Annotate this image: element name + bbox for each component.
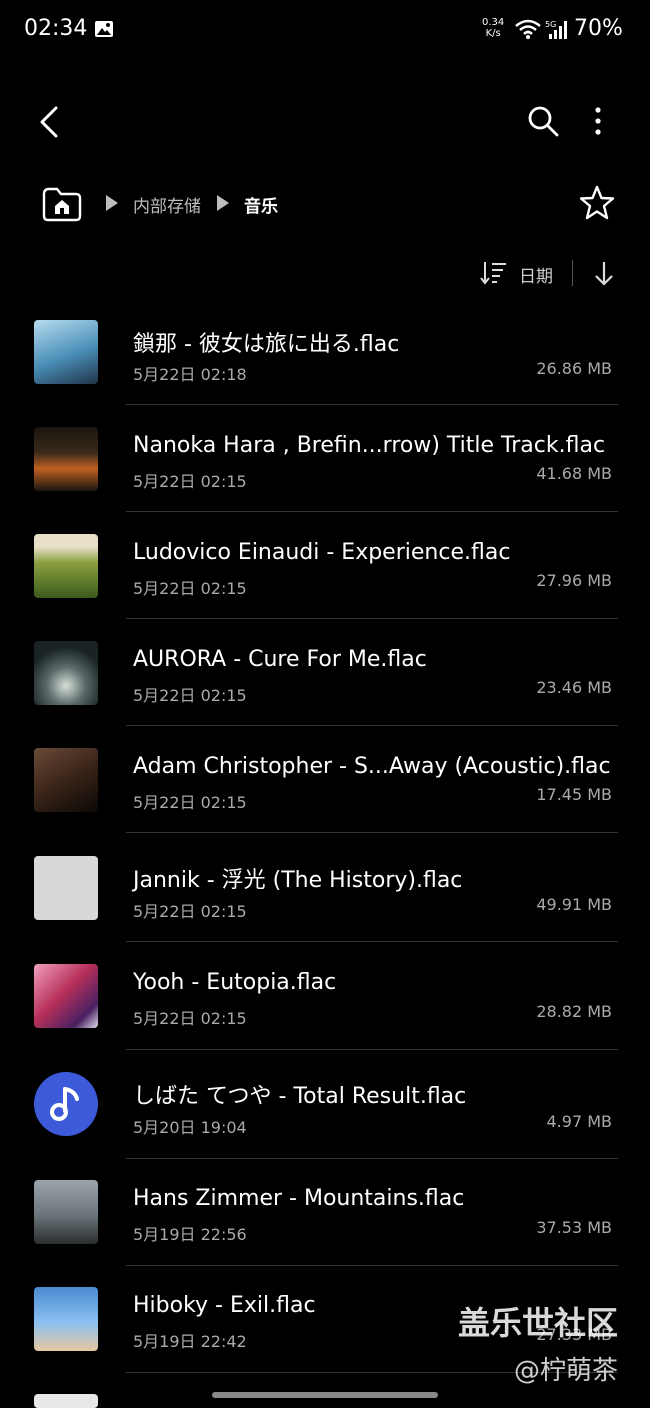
file-row[interactable]: Adam Christopher - S...Away (Acoustic).f… xyxy=(0,740,650,847)
row-divider xyxy=(126,618,618,619)
album-art-thumbnail xyxy=(34,856,98,920)
album-art-thumbnail xyxy=(34,320,98,384)
file-date: 5月22日 02:15 xyxy=(133,579,247,598)
file-name: Adam Christopher - S...Away (Acoustic).f… xyxy=(133,754,611,779)
wifi-icon xyxy=(515,19,541,39)
search-icon[interactable] xyxy=(526,104,560,138)
album-art-thumbnail xyxy=(34,1394,98,1408)
album-art-thumbnail xyxy=(34,534,98,598)
file-name: Nanoka Hara , Brefin...rrow) Title Track… xyxy=(133,433,606,458)
album-art-thumbnail xyxy=(34,748,98,812)
album-art-thumbnail xyxy=(34,964,98,1028)
row-divider xyxy=(126,511,618,512)
back-icon[interactable] xyxy=(36,102,64,142)
sort-divider xyxy=(572,260,573,286)
row-divider xyxy=(126,404,618,405)
file-date: 5月20日 19:04 xyxy=(133,1118,247,1137)
file-size: 23.46 MB xyxy=(536,678,612,697)
file-size: 26.86 MB xyxy=(536,359,612,378)
file-name: Hans Zimmer - Mountains.flac xyxy=(133,1186,465,1211)
watermark-author: @柠萌茶 xyxy=(514,1356,619,1386)
file-date: 5月19日 22:42 xyxy=(133,1332,247,1351)
file-name: 鎖那 - 彼女は旅に出る.flac xyxy=(133,332,400,357)
breadcrumb-internal-storage[interactable]: 内部存储 xyxy=(133,192,201,217)
battery-level: 70% xyxy=(574,16,623,41)
watermark-title: 盖乐世社区 xyxy=(458,1304,619,1342)
file-name: Hiboky - Exil.flac xyxy=(133,1293,316,1318)
file-date: 5月19日 22:56 xyxy=(133,1225,247,1244)
file-row[interactable]: AURORA - Cure For Me.flac 5月22日 02:15 23… xyxy=(0,633,650,740)
file-row[interactable]: Nanoka Hara , Brefin...rrow) Title Track… xyxy=(0,419,650,526)
album-art-thumbnail xyxy=(34,641,98,705)
file-size: 27.96 MB xyxy=(536,571,612,590)
file-name: Yooh - Eutopia.flac xyxy=(133,970,337,995)
row-divider xyxy=(126,725,618,726)
sort-icon[interactable] xyxy=(480,260,508,286)
file-size: 49.91 MB xyxy=(536,895,612,914)
file-date: 5月22日 02:15 xyxy=(133,793,247,812)
status-bar: 02:34 0.34 K/s 5G 70% xyxy=(0,0,650,60)
album-art-thumbnail xyxy=(34,1287,98,1351)
file-name: しばた てつや - Total Result.flac xyxy=(133,1084,467,1109)
file-row[interactable]: Ludovico Einaudi - Experience.flac 5月22日… xyxy=(0,526,650,633)
file-size: 4.97 MB xyxy=(546,1112,613,1131)
file-name: Ludovico Einaudi - Experience.flac xyxy=(133,540,511,565)
gesture-navigation-bar[interactable] xyxy=(212,1392,438,1398)
row-divider xyxy=(126,1265,618,1266)
more-options-icon[interactable] xyxy=(586,104,610,138)
file-date: 5月22日 02:15 xyxy=(133,1009,247,1028)
file-date: 5月22日 02:18 xyxy=(133,365,247,384)
chevron-right-icon xyxy=(106,195,118,211)
file-date: 5月22日 02:15 xyxy=(133,472,247,491)
breadcrumb-music[interactable]: 音乐 xyxy=(244,192,278,217)
gallery-notification-icon xyxy=(95,21,113,37)
file-date: 5月22日 02:15 xyxy=(133,686,247,705)
sort-direction-icon[interactable] xyxy=(592,258,616,288)
album-art-thumbnail xyxy=(34,1180,98,1244)
file-name: AURORA - Cure For Me.flac xyxy=(133,647,427,672)
file-size: 17.45 MB xyxy=(536,785,612,804)
chevron-right-icon xyxy=(217,195,229,211)
file-size: 41.68 MB xyxy=(536,464,612,483)
file-row[interactable]: Jannik - 浮光 (The History).flac 5月22日 02:… xyxy=(0,848,650,955)
file-size: 37.53 MB xyxy=(536,1218,612,1237)
file-row[interactable]: 鎖那 - 彼女は旅に出る.flac 5月22日 02:18 26.86 MB xyxy=(0,312,650,419)
cellular-signal-icon: 5G xyxy=(545,20,567,39)
music-file-icon xyxy=(34,1072,98,1136)
svg-text:5G: 5G xyxy=(545,20,556,29)
sort-by-label[interactable]: 日期 xyxy=(519,262,553,287)
status-time: 02:34 xyxy=(24,16,88,41)
file-row[interactable]: Hans Zimmer - Mountains.flac 5月19日 22:56… xyxy=(0,1172,650,1279)
file-date: 5月22日 02:15 xyxy=(133,902,247,921)
file-size: 28.82 MB xyxy=(536,1002,612,1021)
file-row[interactable]: Yooh - Eutopia.flac 5月22日 02:15 28.82 MB xyxy=(0,956,650,1063)
row-divider xyxy=(126,1049,618,1050)
row-divider xyxy=(126,941,618,942)
file-name: Jannik - 浮光 (The History).flac xyxy=(133,868,463,893)
home-folder-icon[interactable] xyxy=(40,184,84,224)
row-divider xyxy=(126,1158,618,1159)
favorite-star-icon[interactable] xyxy=(578,184,616,222)
file-row[interactable]: しばた てつや - Total Result.flac 5月20日 19:04 … xyxy=(0,1064,650,1171)
album-art-thumbnail xyxy=(34,427,98,491)
row-divider xyxy=(126,832,618,833)
network-speed: 0.34 K/s xyxy=(482,17,505,39)
